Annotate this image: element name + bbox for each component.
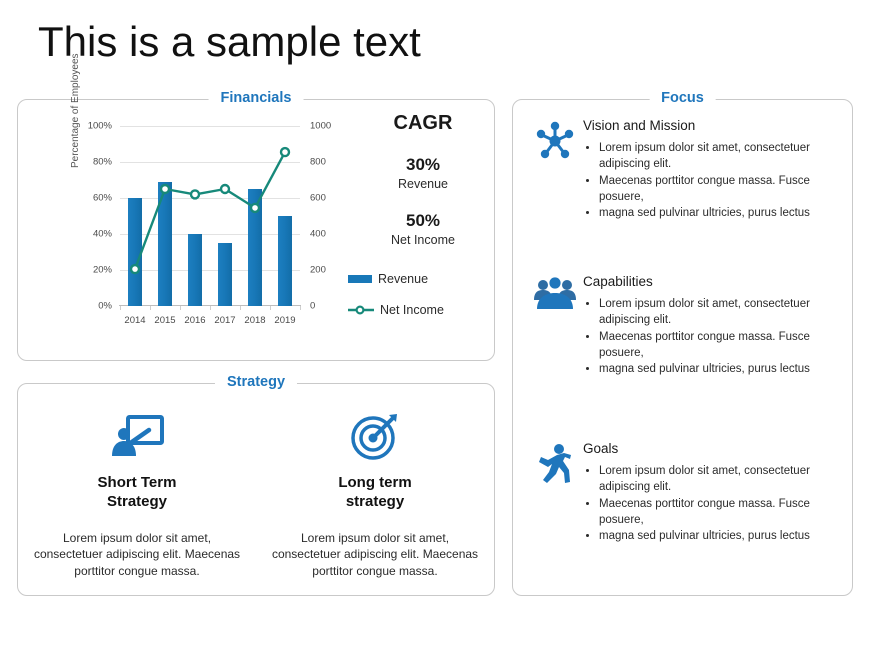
legend-item-revenue[interactable]: Revenue [348,272,444,286]
legend-label-net-income: Net Income [380,303,444,317]
chart-line-marker [189,189,201,200]
chart-x-tick [210,306,211,310]
chart-y-axis-title: Percentage of Employees [70,53,81,168]
list-item: Lorem ipsum dolor sit amet, consectetuer… [599,464,840,496]
people-group-icon [527,274,583,379]
chart-y-right-tick-label: 0 [310,300,316,312]
chart-y-left-tick-label: 80% [92,156,112,168]
chart-x-tick [300,306,301,310]
chart-line-marker [129,263,141,275]
cagr-heading: CAGR [393,112,453,134]
chart-legend: Revenue Net Income [348,272,444,334]
chart-y-left-tick-label: 40% [92,228,112,240]
focus-section-capabilities: Capabilities Lorem ipsum dolor sit amet,… [527,274,840,379]
strategy-body-short-term: Lorem ipsum dolor sit amet, consectetuer… [33,530,241,579]
focus-heading-goals: Goals [583,441,619,456]
cagr-block: CAGR 30% Revenue 50% Net Income [363,112,483,247]
cagr-net-income-label: Net Income [391,233,455,247]
strategy-column-short-term: Short Term Strategy Lorem ipsum dolor si… [18,408,256,595]
cagr-net-income-value: 50% [405,211,441,230]
list-item: Maecenas porttitor congue massa. Fusce p… [599,497,840,529]
financials-card-title: Financials [208,90,304,106]
strategy-body-long-term: Lorem ipsum dolor sit amet, consectetuer… [271,530,479,579]
focus-card-title: Focus [649,90,716,106]
strategy-heading-long-term: Long term strategy [270,474,480,512]
chart-line-marker [279,146,291,158]
cagr-revenue-label: Revenue [397,177,449,191]
list-item: Maecenas porttitor congue massa. Fusce p… [599,330,840,362]
chart-line-series [129,146,291,275]
chart-x-tick-label: 2014 [124,315,146,326]
list-item: Lorem ipsum dolor sit amet, consectetuer… [599,141,840,173]
strategy-heading-line1: Short Term [97,474,177,491]
chart-x-tick-label: 2016 [184,315,206,326]
strategy-heading-line2: Strategy [106,492,168,510]
focus-card: Focus Vision and Mission Lorem ipsum dol… [512,90,853,596]
focus-heading-capabilities: Capabilities [583,274,653,289]
focus-section-goals: Goals Lorem ipsum dolor sit amet, consec… [527,441,840,546]
focus-section-vision-and-mission: Vision and Mission Lorem ipsum dolor sit… [527,118,840,223]
strategy-column-long-term: Long term strategy Lorem ipsum dolor sit… [256,408,494,595]
list-item: magna sed pulvinar ultricies, purus lect… [599,206,840,222]
legend-bar-swatch-icon [348,275,372,283]
cagr-revenue-value: 30% [405,155,441,174]
chart-line-marker [219,183,231,195]
chart-y-left-tick-label: 60% [92,192,112,204]
target-dart-icon [270,408,480,466]
chart-x-tick [240,306,241,310]
chart-y-right-tick-label: 200 [310,264,326,276]
chart-line-marker [159,183,171,195]
list-item: Lorem ipsum dolor sit amet, consectetuer… [599,297,840,329]
legend-item-net-income[interactable]: Net Income [348,303,444,317]
chart-x-tick-label: 2018 [244,315,266,326]
chart-x-tick-label: 2019 [274,315,296,326]
chart-x-tick [270,306,271,310]
list-item: Maecenas porttitor congue massa. Fusce p… [599,174,840,206]
chart-x-tick [180,306,181,310]
focus-heading-vision-and-mission: Vision and Mission [583,118,696,133]
legend-line-marker-icon [348,305,374,315]
legend-label-revenue: Revenue [378,272,429,286]
strategy-card: Strategy Short Term Strategy Lorem ipsum… [17,374,495,596]
financials-card: Financials Percentage of Employees 0% 0 20… [17,53,495,361]
chart-x-tick-label: 2017 [214,315,236,326]
financials-chart: Percentage of Employees 0% 0 20% 200 40% 400 6… [58,53,348,343]
focus-bullets-vision-and-mission: Lorem ipsum dolor sit amet, consectetuer… [583,141,840,222]
running-person-icon [527,441,583,546]
chart-y-right-tick-label: 800 [310,156,326,168]
chart-y-left-tick-label: 20% [92,264,112,276]
strategy-card-title: Strategy [214,374,298,390]
chart-y-right-tick-label: 400 [310,228,326,240]
list-item: magna sed pulvinar ultricies, purus lect… [599,529,840,545]
focus-bullets-capabilities: Lorem ipsum dolor sit amet, consectetuer… [583,297,840,378]
chart-y-left-tick-label: 0% [98,300,112,312]
chart-y-left-tick-label: 100% [87,120,112,132]
chart-x-tick-label: 2015 [154,315,176,326]
strategy-heading-short-term: Short Term Strategy [32,474,242,512]
chart-x-tick [120,306,121,310]
chart-y-right-tick-label: 1000 [310,120,332,132]
chart-line-marker [249,202,261,214]
list-item: magna sed pulvinar ultricies, purus lect… [599,362,840,378]
strategy-heading-line2: strategy [345,492,405,510]
network-hub-icon [527,118,583,223]
chart-plot-area: 0% 0 20% 200 40% 400 60% 600 80% 800 100% 1000 2014 2… [88,121,331,327]
strategy-heading-line1: Long term [338,474,412,491]
presentation-board-icon [32,408,242,466]
chart-x-tick [150,306,151,310]
chart-y-right-tick-label: 600 [310,192,326,204]
page-title: This is a sample text [38,18,421,65]
focus-bullets-goals: Lorem ipsum dolor sit amet, consectetuer… [583,464,840,545]
